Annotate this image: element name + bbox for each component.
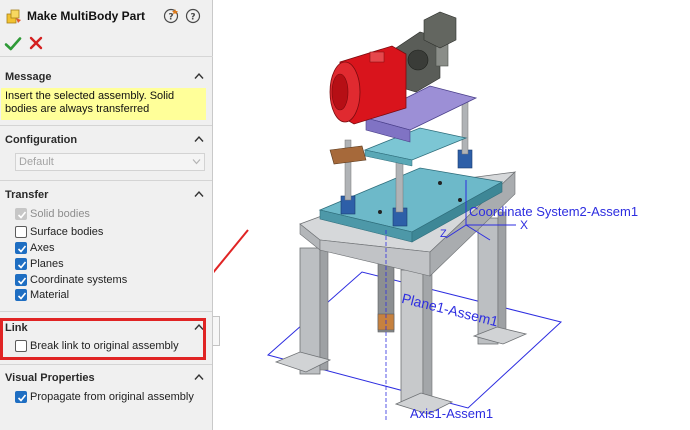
panel-title-bar: Make MultiBody Part ? ? [0, 0, 213, 30]
ok-checkmark-button[interactable] [4, 35, 22, 53]
transfer-section-header[interactable]: Transfer [0, 185, 212, 205]
axis-z-label: Z [440, 228, 447, 240]
axis1-label[interactable]: Axis1-Assem1 [410, 406, 493, 421]
chevron-up-icon[interactable] [194, 135, 204, 143]
message-line-2: bodies are always transferred [5, 103, 150, 115]
message-section-header[interactable]: Message [0, 67, 212, 87]
configuration-selected-value: Default [19, 156, 54, 168]
help-icon[interactable]: ? [185, 8, 201, 24]
planes-label: Planes [30, 258, 64, 270]
chevron-up-icon[interactable] [194, 373, 204, 381]
section-divider [0, 180, 212, 181]
section-divider [0, 125, 212, 126]
graphics-viewport[interactable]: Coordinate System2-Assem1 X Z Plane1-Ass… [214, 0, 690, 430]
coordinate-system-label[interactable]: Coordinate System2-Assem1 [469, 204, 638, 219]
multibody-part-icon [6, 9, 21, 24]
property-manager-panel: Make MultiBody Part ? ? Message Insert t… [0, 0, 213, 430]
axes-label: Axes [30, 242, 55, 254]
message-line-1: Insert the selected assembly. Solid [5, 90, 175, 102]
section-divider [0, 311, 212, 312]
message-box: Insert the selected assembly. Solid bodi… [1, 88, 206, 120]
transfer-section-title: Transfer [5, 189, 49, 201]
solid-bodies-checkbox[interactable] [15, 208, 27, 220]
section-divider [0, 364, 212, 365]
action-buttons-row [0, 31, 213, 57]
axis-x-label: X [520, 218, 529, 232]
visual-properties-section-title: Visual Properties [5, 372, 95, 384]
axes-checkbox[interactable] [15, 242, 27, 254]
red-callout-arrow [214, 229, 249, 274]
chevron-up-icon[interactable] [194, 72, 204, 80]
planes-checkbox[interactable] [15, 258, 27, 270]
configuration-dropdown[interactable]: Default [15, 153, 205, 171]
coordinate-systems-checkbox[interactable] [15, 274, 27, 286]
coordinate-systems-label: Coordinate systems [30, 274, 128, 286]
material-label: Material [30, 289, 70, 301]
propagate-checkbox[interactable] [15, 391, 27, 403]
panel-title: Make MultiBody Part [27, 9, 146, 23]
configuration-section-header[interactable]: Configuration [0, 130, 212, 150]
cancel-x-button[interactable] [29, 36, 43, 50]
whats-new-help-icon[interactable]: ? [163, 8, 179, 24]
link-highlight-box [0, 318, 206, 360]
material-checkbox[interactable] [15, 289, 27, 301]
visual-properties-section-header[interactable]: Visual Properties [0, 368, 212, 388]
solid-bodies-label: Solid bodies [30, 208, 90, 220]
chevron-up-icon[interactable] [194, 190, 204, 198]
brown-block [329, 145, 367, 165]
propagate-label: Propagate from original assembly [30, 391, 194, 403]
svg-text:?: ? [168, 13, 173, 23]
surface-bodies-checkbox[interactable] [15, 226, 27, 238]
configuration-section-title: Configuration [5, 134, 78, 146]
chevron-down-icon [192, 159, 201, 165]
message-section-title: Message [5, 71, 52, 83]
svg-text:?: ? [190, 13, 195, 23]
surface-bodies-label: Surface bodies [30, 226, 104, 238]
